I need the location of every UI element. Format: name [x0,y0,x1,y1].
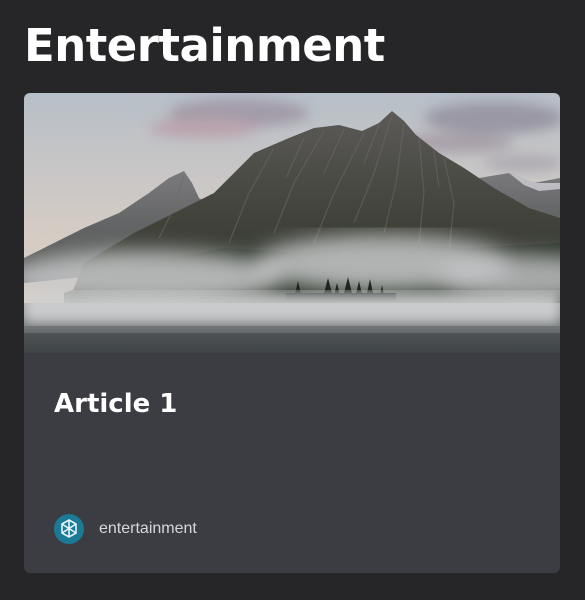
category-label[interactable]: entertainment [99,520,197,538]
category-avatar-icon [54,514,84,544]
page: Entertainment Article 1 entertainment [0,0,585,600]
page-title: Entertainment [24,19,385,72]
article-meta: entertainment [54,514,197,544]
article-card[interactable]: Article 1 entertainment [24,93,560,573]
article-title[interactable]: Article 1 [54,387,177,421]
article-cover-image[interactable] [24,93,560,353]
